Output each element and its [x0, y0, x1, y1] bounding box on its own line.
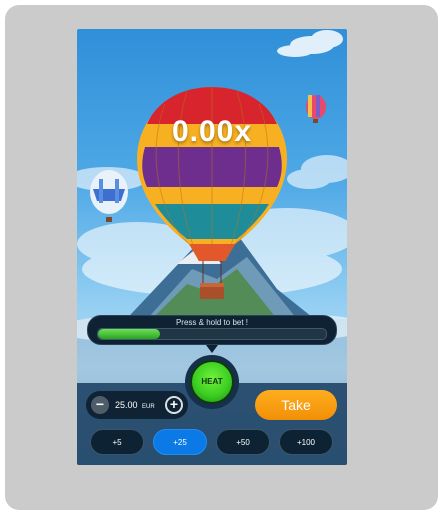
bet-amount-value: 25.00: [115, 400, 138, 410]
bet-amount: 25.00 EUR: [115, 400, 155, 410]
game-viewport: 0.00x Press & hold to bet ! HEAT − 25.00…: [77, 29, 347, 465]
multiplier-display: 0.00x: [171, 115, 253, 148]
minus-icon[interactable]: −: [91, 396, 109, 414]
plus-icon[interactable]: +: [165, 396, 183, 414]
progress-track: [97, 328, 327, 340]
take-button[interactable]: Take: [255, 390, 337, 420]
progress-label: Press & hold to bet !: [175, 318, 249, 327]
quick-bet-100[interactable]: +100: [279, 429, 333, 455]
small-balloon-left: [90, 170, 128, 222]
quick-bet-5[interactable]: +5: [90, 429, 144, 455]
bet-progress-panel: Press & hold to bet !: [87, 315, 337, 345]
quick-bet-25[interactable]: +25: [153, 429, 207, 455]
progress-fill: [98, 329, 160, 339]
heat-button[interactable]: HEAT: [190, 360, 234, 404]
bet-amount-stepper: − 25.00 EUR +: [86, 391, 188, 419]
bet-currency: EUR: [142, 404, 155, 410]
quick-bet-50[interactable]: +50: [216, 429, 270, 455]
